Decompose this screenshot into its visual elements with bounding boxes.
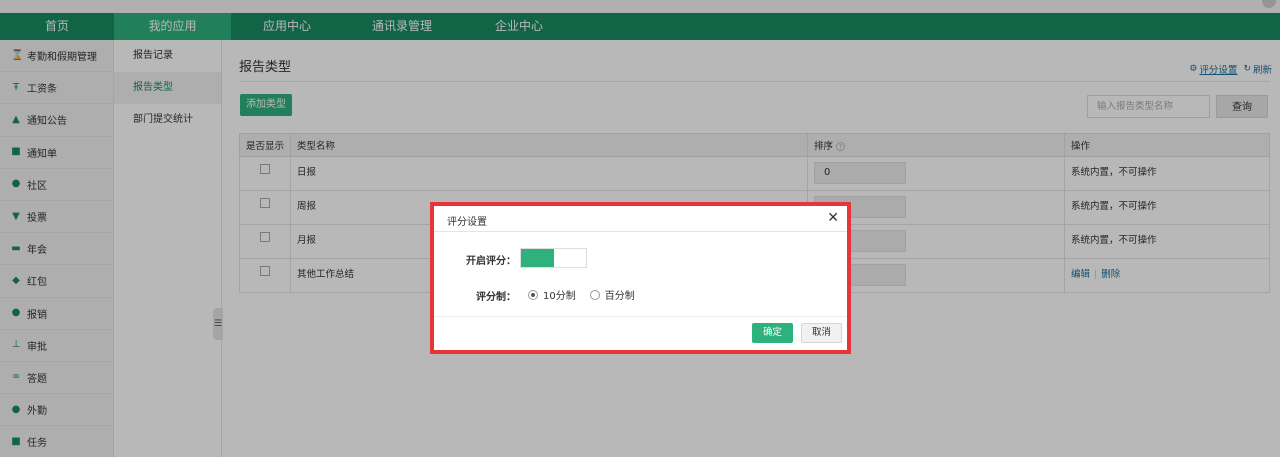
radio-checked-icon (528, 289, 538, 300)
dialog-header: 评分设置 ✕ (434, 206, 847, 232)
rating-scale-label: 评分制： (476, 292, 516, 303)
radio-unchecked-icon (589, 289, 600, 300)
confirm-button[interactable]: 确定 (752, 323, 793, 343)
cancel-button[interactable]: 取消 (801, 323, 842, 343)
close-icon[interactable]: ✕ (827, 210, 839, 226)
dialog-title: 评分设置 (447, 217, 487, 228)
rating-scale-group: 10分制 百分制 (528, 287, 649, 302)
dialog-body: 开启评分： 评分制： 10分制 百分制 (434, 232, 847, 317)
rating-settings-dialog: 评分设置 ✕ 开启评分： 评分制： 10分制 百分制 确定 取消 (430, 202, 851, 354)
enable-rating-label: 开启评分： (466, 256, 516, 267)
enable-rating-toggle[interactable] (520, 248, 587, 268)
dialog-footer: 确定 取消 (434, 317, 847, 350)
radio-100-point[interactable]: 百分制 (589, 287, 635, 302)
radio-10-point[interactable]: 10分制 (528, 287, 576, 302)
toggle-knob (521, 249, 554, 267)
